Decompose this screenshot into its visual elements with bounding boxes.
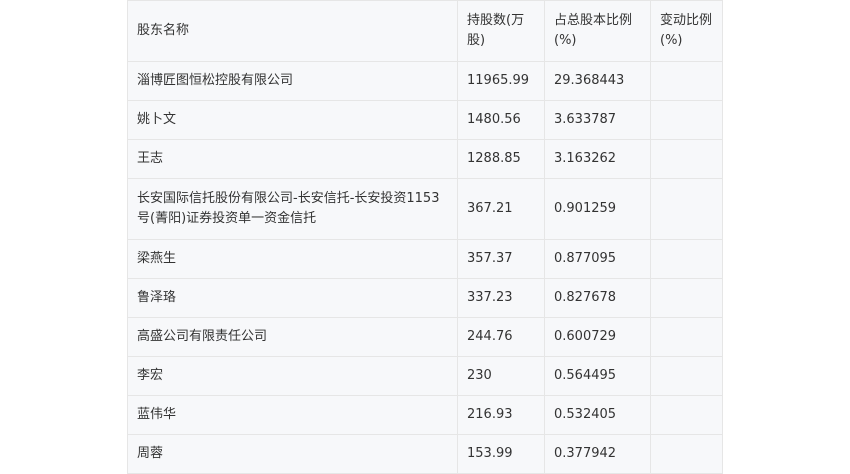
- cell-shares: 357.37: [457, 239, 545, 279]
- table-row: 高盛公司有限责任公司 244.76 0.600729: [127, 317, 723, 357]
- cell-shares: 244.76: [457, 317, 545, 357]
- cell-share-ratio: 29.368443: [544, 61, 651, 101]
- cell-shares: 367.21: [457, 178, 545, 240]
- cell-shares: 1288.85: [457, 139, 545, 179]
- header-shares: 持股数(万股): [457, 0, 545, 62]
- cell-shareholder-name: 鲁泽珞: [127, 278, 458, 318]
- table-row: 李宏 230 0.564495: [127, 356, 723, 396]
- cell-change-ratio: [650, 278, 723, 318]
- cell-change-ratio: [650, 239, 723, 279]
- cell-shareholder-name: 李宏: [127, 356, 458, 396]
- cell-shares: 1480.56: [457, 100, 545, 140]
- table-body: 淄博匠图恒松控股有限公司 11965.99 29.368443 姚卜文 1480…: [127, 61, 723, 474]
- cell-share-ratio: 0.877095: [544, 239, 651, 279]
- cell-shares: 230: [457, 356, 545, 396]
- cell-shareholder-name: 周蓉: [127, 434, 458, 474]
- cell-shareholder-name: 蓝伟华: [127, 395, 458, 435]
- cell-change-ratio: [650, 139, 723, 179]
- cell-shareholder-name: 王志: [127, 139, 458, 179]
- cell-change-ratio: [650, 178, 723, 240]
- header-shareholder-name: 股东名称: [127, 0, 458, 62]
- cell-change-ratio: [650, 100, 723, 140]
- table-row: 王志 1288.85 3.163262: [127, 139, 723, 179]
- cell-shareholder-name: 梁燕生: [127, 239, 458, 279]
- table-row: 淄博匠图恒松控股有限公司 11965.99 29.368443: [127, 61, 723, 101]
- table-row: 蓝伟华 216.93 0.532405: [127, 395, 723, 435]
- cell-change-ratio: [650, 356, 723, 396]
- cell-change-ratio: [650, 317, 723, 357]
- table-row: 姚卜文 1480.56 3.633787: [127, 100, 723, 140]
- cell-shares: 216.93: [457, 395, 545, 435]
- cell-shareholder-name: 长安国际信托股份有限公司-长安信托-长安投资1153号(菁阳)证券投资单一资金信…: [127, 178, 458, 240]
- cell-share-ratio: 0.532405: [544, 395, 651, 435]
- cell-change-ratio: [650, 434, 723, 474]
- cell-share-ratio: 0.901259: [544, 178, 651, 240]
- header-row: 股东名称 持股数(万股) 占总股本比例(%) 变动比例(%): [127, 0, 723, 62]
- table-row: 梁燕生 357.37 0.877095: [127, 239, 723, 279]
- cell-change-ratio: [650, 395, 723, 435]
- cell-shares: 11965.99: [457, 61, 545, 101]
- shareholder-table: 股东名称 持股数(万股) 占总股本比例(%) 变动比例(%) 淄博匠图恒松控股有…: [127, 0, 723, 474]
- table-row: 长安国际信托股份有限公司-长安信托-长安投资1153号(菁阳)证券投资单一资金信…: [127, 178, 723, 240]
- cell-shares: 337.23: [457, 278, 545, 318]
- cell-share-ratio: 3.163262: [544, 139, 651, 179]
- table-header: 股东名称 持股数(万股) 占总股本比例(%) 变动比例(%): [127, 0, 723, 62]
- table-row: 鲁泽珞 337.23 0.827678: [127, 278, 723, 318]
- table-row: 周蓉 153.99 0.377942: [127, 434, 723, 474]
- cell-share-ratio: 0.600729: [544, 317, 651, 357]
- cell-shares: 153.99: [457, 434, 545, 474]
- cell-share-ratio: 0.564495: [544, 356, 651, 396]
- cell-share-ratio: 0.377942: [544, 434, 651, 474]
- header-share-ratio: 占总股本比例(%): [544, 0, 651, 62]
- cell-shareholder-name: 姚卜文: [127, 100, 458, 140]
- header-change-ratio: 变动比例(%): [650, 0, 723, 62]
- cell-change-ratio: [650, 61, 723, 101]
- cell-shareholder-name: 淄博匠图恒松控股有限公司: [127, 61, 458, 101]
- cell-share-ratio: 0.827678: [544, 278, 651, 318]
- cell-share-ratio: 3.633787: [544, 100, 651, 140]
- shareholder-table-container: 股东名称 持股数(万股) 占总股本比例(%) 变动比例(%) 淄博匠图恒松控股有…: [127, 0, 723, 474]
- cell-shareholder-name: 高盛公司有限责任公司: [127, 317, 458, 357]
